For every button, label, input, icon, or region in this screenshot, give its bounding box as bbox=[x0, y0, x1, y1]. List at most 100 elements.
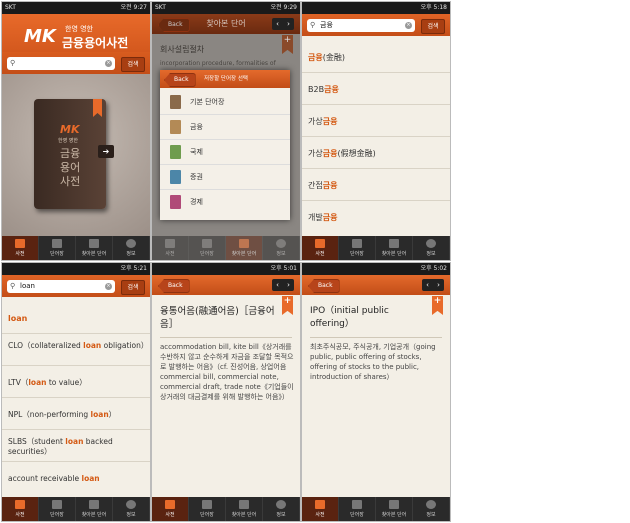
search-button[interactable]: 검색 bbox=[121, 280, 145, 295]
list-item[interactable]: 간접금융 bbox=[302, 170, 450, 201]
search-icon: ⚲ bbox=[10, 282, 16, 290]
next-arrow-icon[interactable]: › bbox=[287, 18, 290, 30]
screen-entry-korean: 오후 5:01 Back ‹ › + 융통어음(融通어음)［금융어음］ accom… bbox=[152, 263, 300, 521]
bg-entry-title: 회사설립절차 bbox=[160, 45, 205, 54]
notebook-icon bbox=[202, 500, 212, 509]
search-row: ⚲ × 검색 bbox=[2, 52, 150, 74]
bookmark-add-icon[interactable]: + bbox=[432, 296, 443, 315]
tab-history[interactable]: 찾아본 단어 bbox=[376, 236, 413, 260]
tab-dictionary[interactable]: 사전 bbox=[2, 236, 39, 260]
clear-icon[interactable]: × bbox=[105, 60, 112, 67]
book-text-3: 사전 bbox=[60, 175, 81, 188]
book-clasp[interactable]: ➔ bbox=[98, 145, 114, 158]
wordbook-item[interactable]: 금융 bbox=[160, 115, 290, 140]
tab-info[interactable]: 정보 bbox=[113, 236, 150, 260]
history-icon bbox=[239, 500, 249, 509]
tab-info[interactable]: 정보 bbox=[413, 497, 450, 521]
wordbook-item[interactable]: 경제 bbox=[160, 190, 290, 214]
tab-bar: 사전 단어장 찾아본 단어 정보 bbox=[2, 497, 150, 521]
bookmark-add-icon[interactable]: + bbox=[282, 296, 293, 315]
book-subtitle: 한영 영한 bbox=[58, 138, 78, 144]
tab-info[interactable]: 정보 bbox=[263, 236, 300, 260]
modal-back-button[interactable]: Back bbox=[164, 73, 196, 87]
screen-search-english: 오후 5:21 ⚲ loan × 검색 loan CLO（collaterali… bbox=[2, 263, 150, 521]
book-logo: MK bbox=[60, 123, 80, 136]
prev-arrow-icon[interactable]: ‹ bbox=[276, 18, 279, 30]
prev-arrow-icon[interactable]: ‹ bbox=[276, 279, 279, 291]
tab-wordbook[interactable]: 단어장 bbox=[39, 236, 76, 260]
wordbook-item[interactable]: 증권 bbox=[160, 165, 290, 190]
tab-wordbook[interactable]: 단어장 bbox=[339, 497, 376, 521]
tab-dictionary[interactable]: 사전 bbox=[2, 497, 39, 521]
list-item[interactable]: account receivable loan bbox=[2, 463, 150, 494]
tab-history[interactable]: 찾아본 단어 bbox=[376, 497, 413, 521]
wordbook-modal: Back 저장할 단어장 선택 기본 단어장 금융 국제 증권 경제 bbox=[160, 70, 290, 220]
notebook-icon bbox=[52, 500, 62, 509]
history-icon bbox=[389, 239, 399, 248]
tab-dictionary[interactable]: 사전 bbox=[152, 236, 189, 260]
history-icon bbox=[89, 500, 99, 509]
prev-next-arrows[interactable]: ‹ › bbox=[272, 18, 294, 30]
wordbook-item[interactable]: 국제 bbox=[160, 140, 290, 165]
status-bar: SKT 오전 9:27 bbox=[2, 2, 150, 14]
list-item[interactable]: 금융(金融) bbox=[302, 42, 450, 73]
search-input[interactable]: ⚲ 금융 × bbox=[307, 19, 415, 32]
search-button[interactable]: 검색 bbox=[421, 19, 445, 34]
next-arrow-icon[interactable]: › bbox=[437, 279, 440, 291]
tab-history[interactable]: 찾아본 단어 bbox=[226, 497, 263, 521]
tab-dictionary[interactable]: 사전 bbox=[302, 236, 339, 260]
tab-dictionary[interactable]: 사전 bbox=[302, 497, 339, 521]
list-item[interactable]: 개발금융 bbox=[302, 202, 450, 233]
screen-home: SKT 오전 9:27 MK 한영 영한 금융용어사전 ⚲ × 검색 MK 한영… bbox=[2, 2, 150, 260]
back-button[interactable]: Back bbox=[158, 279, 190, 293]
clear-icon[interactable]: × bbox=[105, 283, 112, 290]
tab-wordbook[interactable]: 단어장 bbox=[39, 497, 76, 521]
tab-bar: 사전 단어장 찾아본 단어 정보 bbox=[2, 236, 150, 260]
tab-info[interactable]: 정보 bbox=[413, 236, 450, 260]
search-input[interactable]: ⚲ loan × bbox=[7, 280, 115, 293]
divider bbox=[160, 337, 292, 338]
book-image[interactable]: MK 한영 영한 금융 용어 사전 ➔ bbox=[34, 99, 114, 209]
nav-bar: Back ‹ › bbox=[152, 275, 300, 295]
status-bar: 오후 5:01 bbox=[152, 263, 300, 275]
tab-history[interactable]: 찾아본 단어 bbox=[76, 236, 113, 260]
list-item[interactable]: 가상금융(假想金融) bbox=[302, 138, 450, 169]
tab-dictionary[interactable]: 사전 bbox=[152, 497, 189, 521]
entry-title: IPO（initial public offering） bbox=[310, 306, 389, 329]
prev-arrow-icon[interactable]: ‹ bbox=[426, 279, 429, 291]
prev-next-arrows[interactable]: ‹ › bbox=[422, 279, 444, 291]
tab-bar: 사전 단어장 찾아본 단어 정보 bbox=[152, 236, 300, 260]
entry-title: 융통어음(融通어음)［금융어음］ bbox=[160, 306, 275, 330]
tab-bar: 사전 단어장 찾아본 단어 정보 bbox=[302, 497, 450, 521]
back-button[interactable]: Back bbox=[158, 18, 190, 32]
search-button[interactable]: 검색 bbox=[121, 57, 145, 72]
list-item[interactable]: 가상금융 bbox=[302, 106, 450, 137]
next-arrow-icon[interactable]: › bbox=[287, 279, 290, 291]
app-logo: MK bbox=[24, 26, 56, 47]
wordbook-item[interactable]: 기본 단어장 bbox=[160, 90, 290, 115]
tab-wordbook[interactable]: 단어장 bbox=[189, 497, 226, 521]
tab-info[interactable]: 정보 bbox=[263, 497, 300, 521]
clear-icon[interactable]: × bbox=[405, 22, 412, 29]
back-button[interactable]: Back bbox=[308, 279, 340, 293]
list-item[interactable]: SLBS（student loan backed securities） bbox=[2, 431, 150, 462]
tab-history[interactable]: 찾아본 단어 bbox=[76, 497, 113, 521]
list-item[interactable]: CLO（collateralized loan obligation） bbox=[2, 335, 150, 366]
info-icon bbox=[276, 500, 286, 509]
status-bar: 오후 5:18 bbox=[302, 2, 450, 14]
notebook-icon bbox=[352, 239, 362, 248]
tab-wordbook[interactable]: 단어장 bbox=[339, 236, 376, 260]
list-item[interactable]: loan bbox=[2, 303, 150, 334]
tab-info[interactable]: 정보 bbox=[113, 497, 150, 521]
list-item[interactable]: NPL（non-performing loan） bbox=[2, 399, 150, 430]
list-item[interactable]: B2B금융 bbox=[302, 74, 450, 105]
status-bar: 오후 5:21 bbox=[2, 263, 150, 275]
tab-history[interactable]: 찾아본 단어 bbox=[226, 236, 263, 260]
bookmark-add-icon[interactable]: + bbox=[282, 35, 293, 54]
tab-wordbook[interactable]: 단어장 bbox=[189, 236, 226, 260]
search-icon: ⚲ bbox=[310, 21, 316, 29]
status-bar: SKT 오전 9:29 bbox=[152, 2, 300, 14]
search-input[interactable]: ⚲ × bbox=[7, 57, 115, 70]
list-item[interactable]: LTV（loan to value） bbox=[2, 367, 150, 398]
prev-next-arrows[interactable]: ‹ › bbox=[272, 279, 294, 291]
